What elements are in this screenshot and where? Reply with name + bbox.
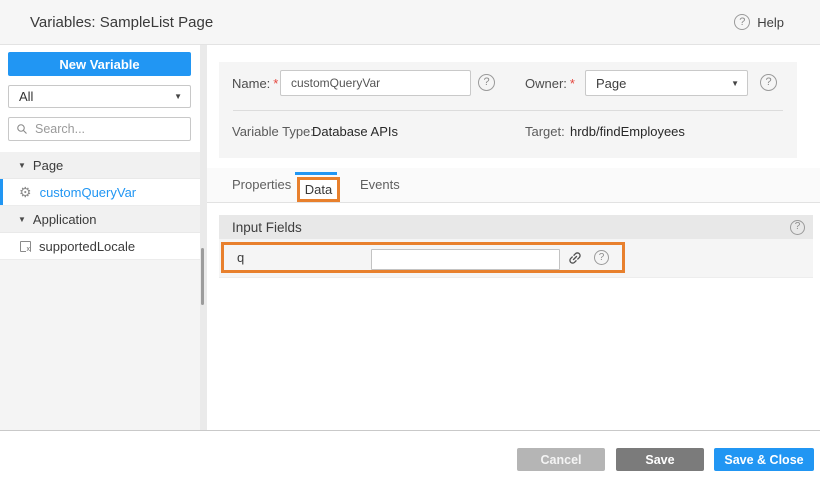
name-label: Name:* bbox=[232, 76, 278, 91]
collapse-arrow-icon: ▼ bbox=[18, 161, 26, 170]
page-title: Variables: SampleList Page bbox=[30, 14, 213, 31]
active-tab-indicator bbox=[295, 172, 337, 175]
input-fields-title: Input Fields bbox=[232, 220, 302, 235]
name-help-icon[interactable]: ? bbox=[478, 74, 495, 91]
tree-group-application[interactable]: ▼ Application bbox=[0, 206, 200, 233]
save-and-close-button[interactable]: Save & Close bbox=[714, 448, 814, 471]
variable-type-label: Variable Type: bbox=[232, 124, 314, 139]
required-marker: * bbox=[570, 76, 575, 91]
tab-data-label: Data bbox=[305, 182, 332, 197]
collapse-arrow-icon: ▼ bbox=[18, 215, 26, 224]
chevron-down-icon: ▼ bbox=[731, 79, 739, 88]
selection-indicator bbox=[0, 179, 3, 205]
tab-data[interactable]: Data bbox=[297, 177, 340, 202]
field-q-input[interactable] bbox=[371, 249, 560, 270]
owner-help-icon[interactable]: ? bbox=[760, 74, 777, 91]
chevron-down-icon: ▼ bbox=[174, 92, 182, 101]
scrollbar-thumb[interactable] bbox=[201, 248, 204, 305]
variable-summary-form: Name:* ? Owner:* Page ▼ ? Variable Type:… bbox=[219, 62, 797, 158]
tree-group-label: Application bbox=[33, 212, 97, 227]
input-fields-help-icon[interactable]: ? bbox=[790, 220, 805, 235]
variables-sidebar: New Variable All ▼ ▼ Page ⚙ customQueryV… bbox=[0, 45, 200, 430]
variables-dialog: Variables: SampleList Page ? Help New Va… bbox=[0, 0, 820, 489]
new-variable-button[interactable]: New Variable bbox=[8, 52, 191, 76]
gear-icon: ⚙ bbox=[19, 185, 32, 199]
tab-events[interactable]: Events bbox=[353, 168, 407, 202]
tree-item-label: supportedLocale bbox=[39, 239, 135, 254]
tree-group-page[interactable]: ▼ Page bbox=[0, 152, 200, 179]
bind-link-icon[interactable] bbox=[567, 250, 583, 266]
input-fields-header: Input Fields ? bbox=[219, 215, 813, 239]
tree-item-customqueryvar[interactable]: ⚙ customQueryVar bbox=[0, 179, 200, 206]
save-button[interactable]: Save bbox=[616, 448, 704, 471]
help-label: Help bbox=[757, 15, 784, 30]
sidebar-empty-area bbox=[0, 260, 200, 430]
form-divider bbox=[233, 110, 783, 111]
help-button[interactable]: ? Help bbox=[734, 0, 784, 44]
variable-filter-select[interactable]: All ▼ bbox=[8, 85, 191, 108]
owner-value: Page bbox=[596, 76, 626, 91]
dialog-header: Variables: SampleList Page ? Help bbox=[0, 0, 820, 45]
tree-group-label: Page bbox=[33, 158, 63, 173]
sidebar-divider bbox=[200, 45, 207, 430]
variable-type-value: Database APIs bbox=[312, 124, 398, 139]
target-value: hrdb/findEmployees bbox=[570, 124, 685, 139]
required-marker: * bbox=[273, 76, 278, 91]
field-q-help-icon[interactable]: ? bbox=[594, 250, 609, 265]
search-icon bbox=[16, 123, 28, 135]
tree-item-supportedlocale[interactable]: x supportedLocale bbox=[0, 233, 200, 260]
owner-label: Owner:* bbox=[525, 76, 575, 91]
variable-filter-value: All bbox=[19, 89, 33, 104]
variable-editor: Name:* ? Owner:* Page ▼ ? Variable Type:… bbox=[207, 45, 820, 430]
owner-select[interactable]: Page ▼ bbox=[585, 70, 748, 96]
target-label: Target: bbox=[525, 124, 565, 139]
input-fields-panel: Input Fields ? q ? bbox=[219, 215, 813, 278]
variables-tree: ▼ Page ⚙ customQueryVar ▼ Application x … bbox=[0, 152, 200, 260]
tab-properties[interactable]: Properties bbox=[225, 168, 298, 202]
input-field-row-q: q ? bbox=[221, 242, 625, 273]
cancel-button[interactable]: Cancel bbox=[517, 448, 605, 471]
name-input[interactable] bbox=[280, 70, 471, 96]
variable-search bbox=[8, 117, 191, 141]
editor-tabs: Properties Data Events bbox=[207, 168, 820, 203]
tree-item-label: customQueryVar bbox=[40, 185, 137, 200]
field-q-label: q bbox=[237, 250, 244, 265]
static-variable-icon: x bbox=[20, 241, 31, 252]
search-input[interactable] bbox=[8, 117, 191, 141]
input-fields-body: q ? bbox=[219, 239, 813, 278]
help-icon: ? bbox=[734, 14, 750, 30]
dialog-footer: Cancel Save Save & Close bbox=[0, 430, 820, 489]
